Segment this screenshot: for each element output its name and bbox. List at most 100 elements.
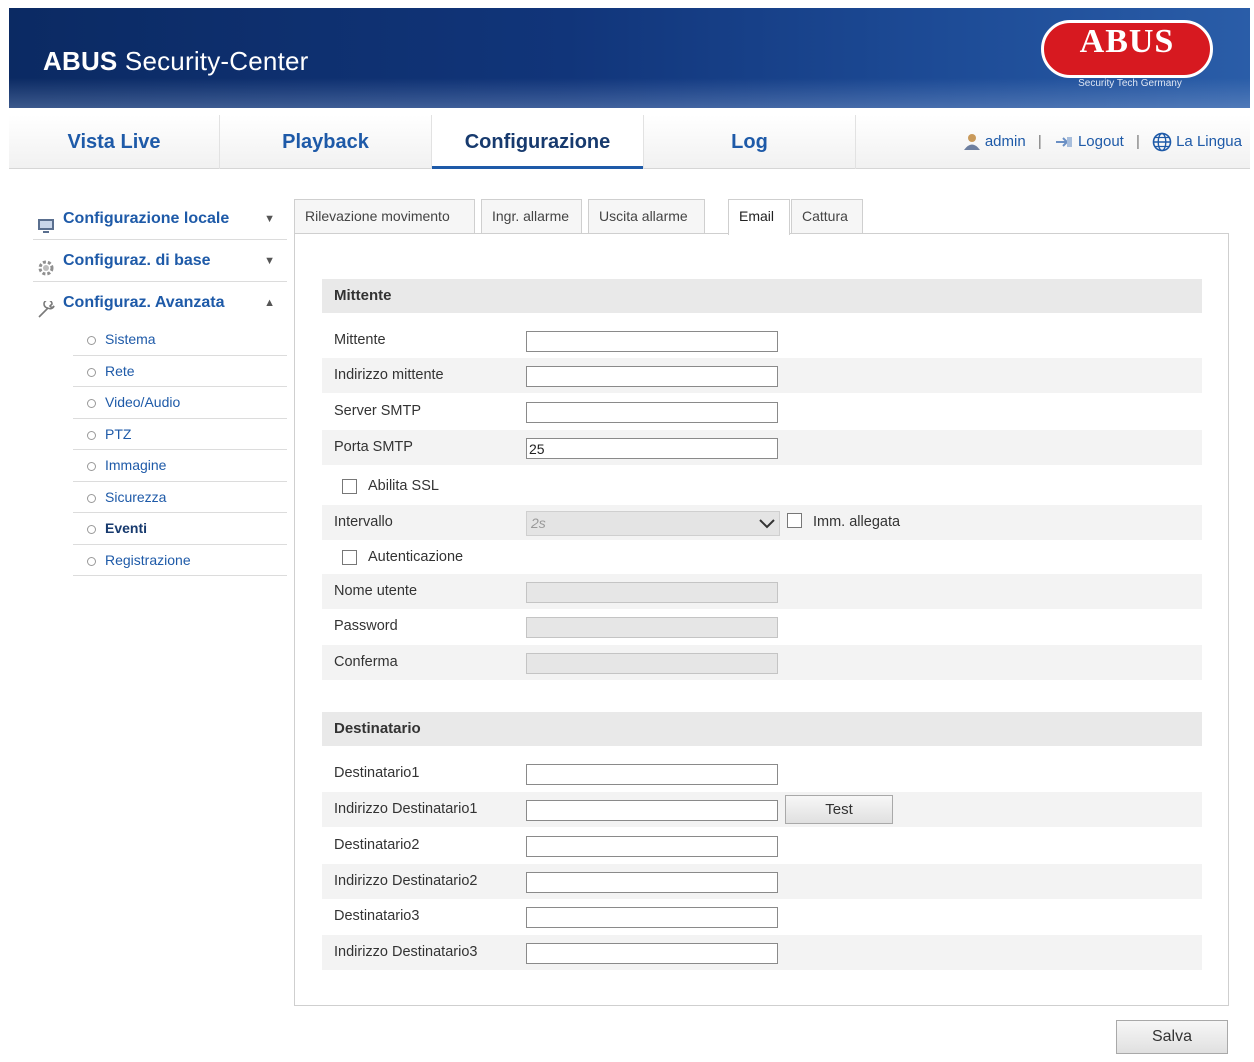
- row-authentication: Autenticazione: [322, 540, 1202, 575]
- field-label: Indirizzo mittente: [334, 367, 444, 383]
- tab-alarm-output[interactable]: Uscita allarme: [588, 199, 705, 233]
- sidebar-item-rete[interactable]: Rete: [73, 356, 287, 387]
- field-label: Nome utente: [334, 583, 418, 599]
- main-nav: Vista Live Playback Configurazione Log a…: [9, 115, 1250, 169]
- field-label: Indirizzo Destinatario3: [334, 944, 478, 960]
- enable-ssl-checkbox[interactable]: [342, 479, 357, 494]
- separator: |: [1136, 133, 1140, 150]
- sidebar-item-sistema[interactable]: Sistema: [73, 324, 287, 356]
- logo-subtext: Security Tech Germany: [1078, 78, 1182, 89]
- sidebar-item-ptz[interactable]: PTZ: [73, 419, 287, 450]
- logout-link[interactable]: Logout: [1078, 133, 1124, 150]
- sidebar-group-label: Configuraz. di base: [63, 252, 211, 269]
- language-link[interactable]: La Lingua: [1176, 133, 1242, 150]
- test-button[interactable]: Test: [785, 795, 893, 824]
- row-interval: Intervallo 2s Imm. allegata: [322, 505, 1202, 540]
- sidebar: Configurazione locale ▼ Configuraz. di b…: [33, 198, 287, 576]
- row-confirm: Conferma: [322, 645, 1202, 680]
- sidebar-group-basic-config[interactable]: Configuraz. di base ▼: [33, 240, 287, 282]
- sidebar-item-registrazione[interactable]: Registrazione: [73, 545, 287, 576]
- password-input[interactable]: [526, 617, 778, 638]
- sidebar-submenu: Sistema Rete Video/Audio PTZ Immagine Si…: [73, 324, 287, 576]
- tab-email[interactable]: Email: [728, 199, 790, 235]
- app-title-bold: ABUS: [43, 46, 118, 76]
- sidebar-group-label: Configuraz. Avanzata: [63, 294, 225, 311]
- recipient1-input[interactable]: [526, 764, 778, 785]
- nav-tab-configurazione[interactable]: Configurazione: [432, 115, 644, 169]
- row-password: Password: [322, 609, 1202, 644]
- field-label: Server SMTP: [334, 403, 422, 419]
- sidebar-item-eventi[interactable]: Eventi: [73, 513, 287, 545]
- sidebar-item-video-audio[interactable]: Video/Audio: [73, 387, 287, 419]
- row-smtp-server: Server SMTP: [322, 394, 1202, 429]
- confirm-input[interactable]: [526, 653, 778, 674]
- sidebar-item-sicurezza[interactable]: Sicurezza: [73, 482, 287, 513]
- recipient1-address-input[interactable]: [526, 800, 778, 821]
- field-label: Indirizzo Destinatario2: [334, 873, 478, 889]
- user-name[interactable]: admin: [985, 133, 1026, 150]
- field-label: Conferma: [334, 654, 398, 670]
- username-input[interactable]: [526, 582, 778, 603]
- row-recipient1-address: Indirizzo Destinatario1 Test: [322, 792, 1202, 827]
- row-enable-ssl: Abilita SSL: [322, 469, 1202, 504]
- sidebar-group-label: Configurazione locale: [63, 210, 230, 227]
- field-label: Password: [334, 618, 398, 634]
- interval-value: 2s: [531, 515, 546, 531]
- enable-ssl-label: Abilita SSL: [368, 478, 439, 494]
- field-label: Destinatario2: [334, 837, 420, 853]
- chevron-down-icon: ▼: [264, 213, 275, 225]
- chevron-down-icon: [755, 512, 779, 535]
- field-label: Indirizzo Destinatario1: [334, 801, 478, 817]
- row-sender-address: Indirizzo mittente: [322, 358, 1202, 393]
- app-title-rest: Security-Center: [117, 46, 309, 76]
- nav-tab-log[interactable]: Log: [644, 115, 856, 169]
- chevron-up-icon: ▲: [264, 297, 275, 309]
- sidebar-item-immagine[interactable]: Immagine: [73, 450, 287, 482]
- authentication-label: Autenticazione: [368, 549, 464, 565]
- tab-motion-detection[interactable]: Rilevazione movimento: [294, 199, 475, 233]
- attach-image-checkbox[interactable]: [787, 513, 802, 528]
- row-sender: Mittente: [322, 323, 1202, 358]
- logo-text: ABUS: [1079, 23, 1175, 60]
- row-recipient1: Destinatario1: [322, 756, 1202, 791]
- recipient2-address-input[interactable]: [526, 872, 778, 893]
- interval-select[interactable]: 2s: [526, 511, 780, 536]
- nav-tab-playback[interactable]: Playback: [220, 115, 432, 169]
- row-recipient2-address: Indirizzo Destinatario2: [322, 864, 1202, 899]
- row-smtp-port: Porta SMTP: [322, 430, 1202, 465]
- recipient2-input[interactable]: [526, 836, 778, 857]
- wrench-icon: [37, 294, 57, 336]
- separator: |: [1037, 133, 1042, 150]
- tab-alarm-input[interactable]: Ingr. allarme: [481, 199, 582, 233]
- field-label: Destinatario3: [334, 908, 420, 924]
- attach-image-label: Imm. allegata: [813, 514, 901, 530]
- smtp-port-input[interactable]: [526, 438, 778, 459]
- recipient3-address-input[interactable]: [526, 943, 778, 964]
- row-recipient2: Destinatario2: [322, 828, 1202, 863]
- field-label: Mittente: [334, 332, 386, 348]
- logout-icon: [1054, 133, 1078, 150]
- field-label: Porta SMTP: [334, 439, 413, 455]
- section-recipient-title: Destinatario: [322, 712, 1202, 746]
- tab-capture[interactable]: Cattura: [791, 199, 863, 233]
- field-label: Destinatario1: [334, 765, 420, 781]
- row-recipient3: Destinatario3: [322, 899, 1202, 934]
- abus-logo: ABUS: [1041, 20, 1213, 78]
- sender-input[interactable]: [526, 331, 778, 352]
- chevron-down-icon: ▼: [264, 255, 275, 267]
- sidebar-group-advanced-config[interactable]: Configuraz. Avanzata ▲: [33, 282, 287, 324]
- field-label: Intervallo: [334, 514, 393, 530]
- nav-tab-vista-live[interactable]: Vista Live: [9, 115, 220, 169]
- user-menu: admin | Logout | La Lingua: [963, 115, 1242, 169]
- save-button[interactable]: Salva: [1116, 1020, 1228, 1054]
- user-icon: [963, 133, 985, 151]
- sender-address-input[interactable]: [526, 366, 778, 387]
- row-recipient3-address: Indirizzo Destinatario3: [322, 935, 1202, 970]
- row-username: Nome utente: [322, 574, 1202, 609]
- smtp-server-input[interactable]: [526, 402, 778, 423]
- authentication-checkbox[interactable]: [342, 550, 357, 565]
- section-sender-title: Mittente: [322, 279, 1202, 313]
- recipient3-input[interactable]: [526, 907, 778, 928]
- globe-icon: [1152, 132, 1176, 152]
- sidebar-group-local-config[interactable]: Configurazione locale ▼: [33, 198, 287, 240]
